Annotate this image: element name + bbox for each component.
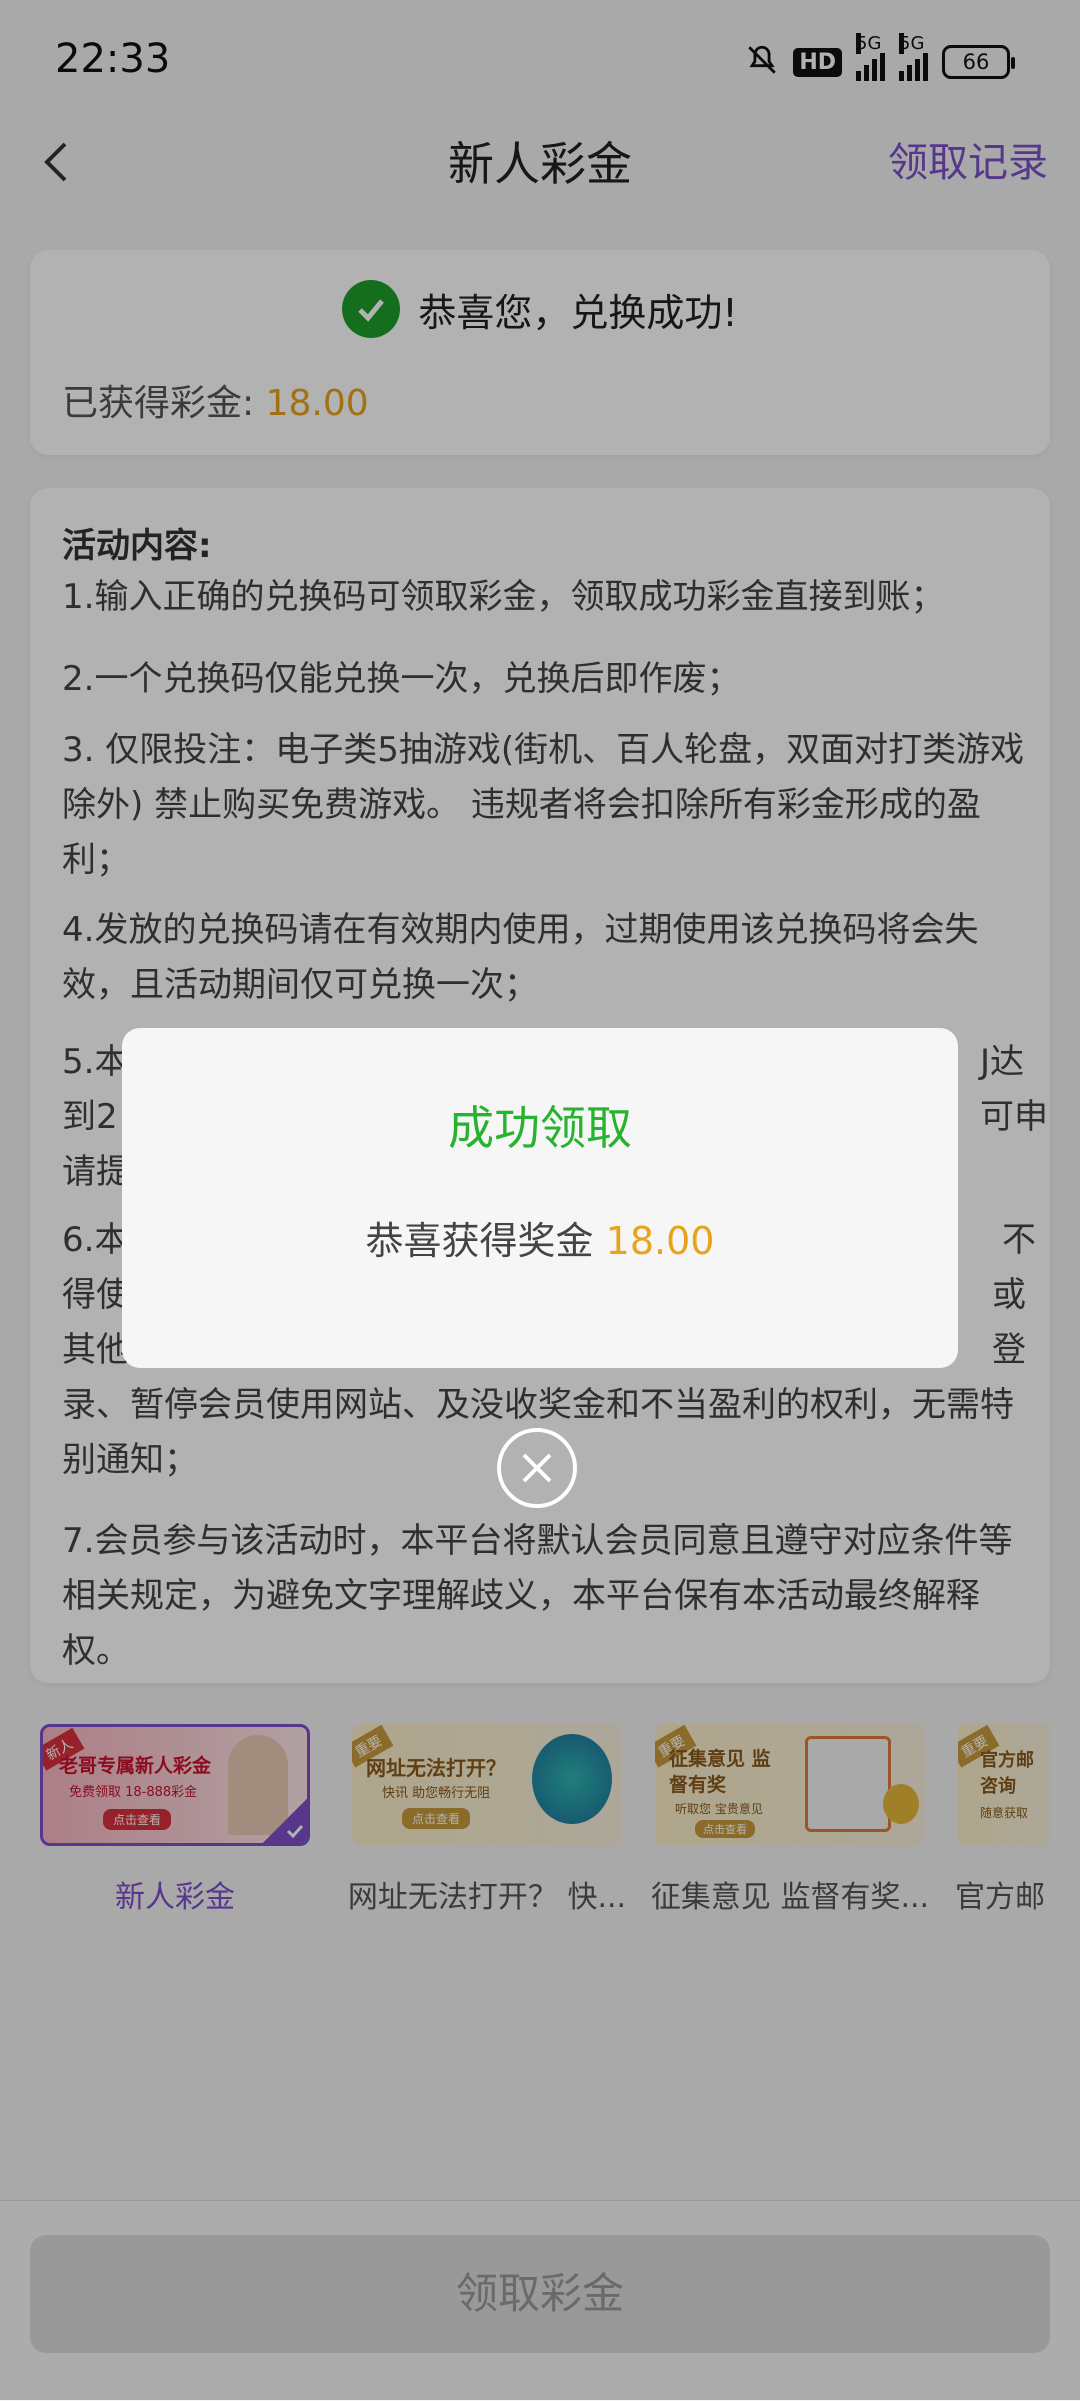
modal-close-button[interactable]	[497, 1428, 577, 1508]
success-modal: 成功领取 恭喜获得奖金 18.00	[122, 1028, 958, 1368]
modal-message: 恭喜获得奖金 18.00	[122, 1210, 958, 1265]
close-icon	[522, 1453, 552, 1483]
modal-amount: 18.00	[605, 1219, 715, 1263]
modal-title: 成功领取	[448, 1101, 632, 1155]
modal-message-text: 恭喜获得奖金	[365, 1219, 594, 1263]
